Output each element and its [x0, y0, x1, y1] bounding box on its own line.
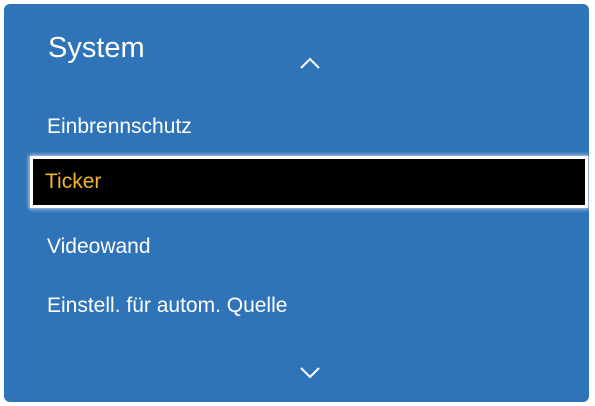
- menu-item-videowand[interactable]: Videowand: [47, 233, 151, 261]
- chevron-down-icon[interactable]: [298, 366, 322, 380]
- menu-item-auto-source-settings[interactable]: Einstell. für autom. Quelle: [47, 292, 287, 320]
- menu-item-label: Ticker: [45, 170, 102, 193]
- chevron-up-icon[interactable]: [298, 56, 322, 70]
- menu-item-einbrennschutz[interactable]: Einbrennschutz: [47, 113, 192, 141]
- menu-title: System: [48, 32, 145, 64]
- menu-item-ticker[interactable]: Ticker: [30, 156, 588, 208]
- system-menu-panel: System Einbrennschutz Ticker Videowand E…: [4, 4, 589, 402]
